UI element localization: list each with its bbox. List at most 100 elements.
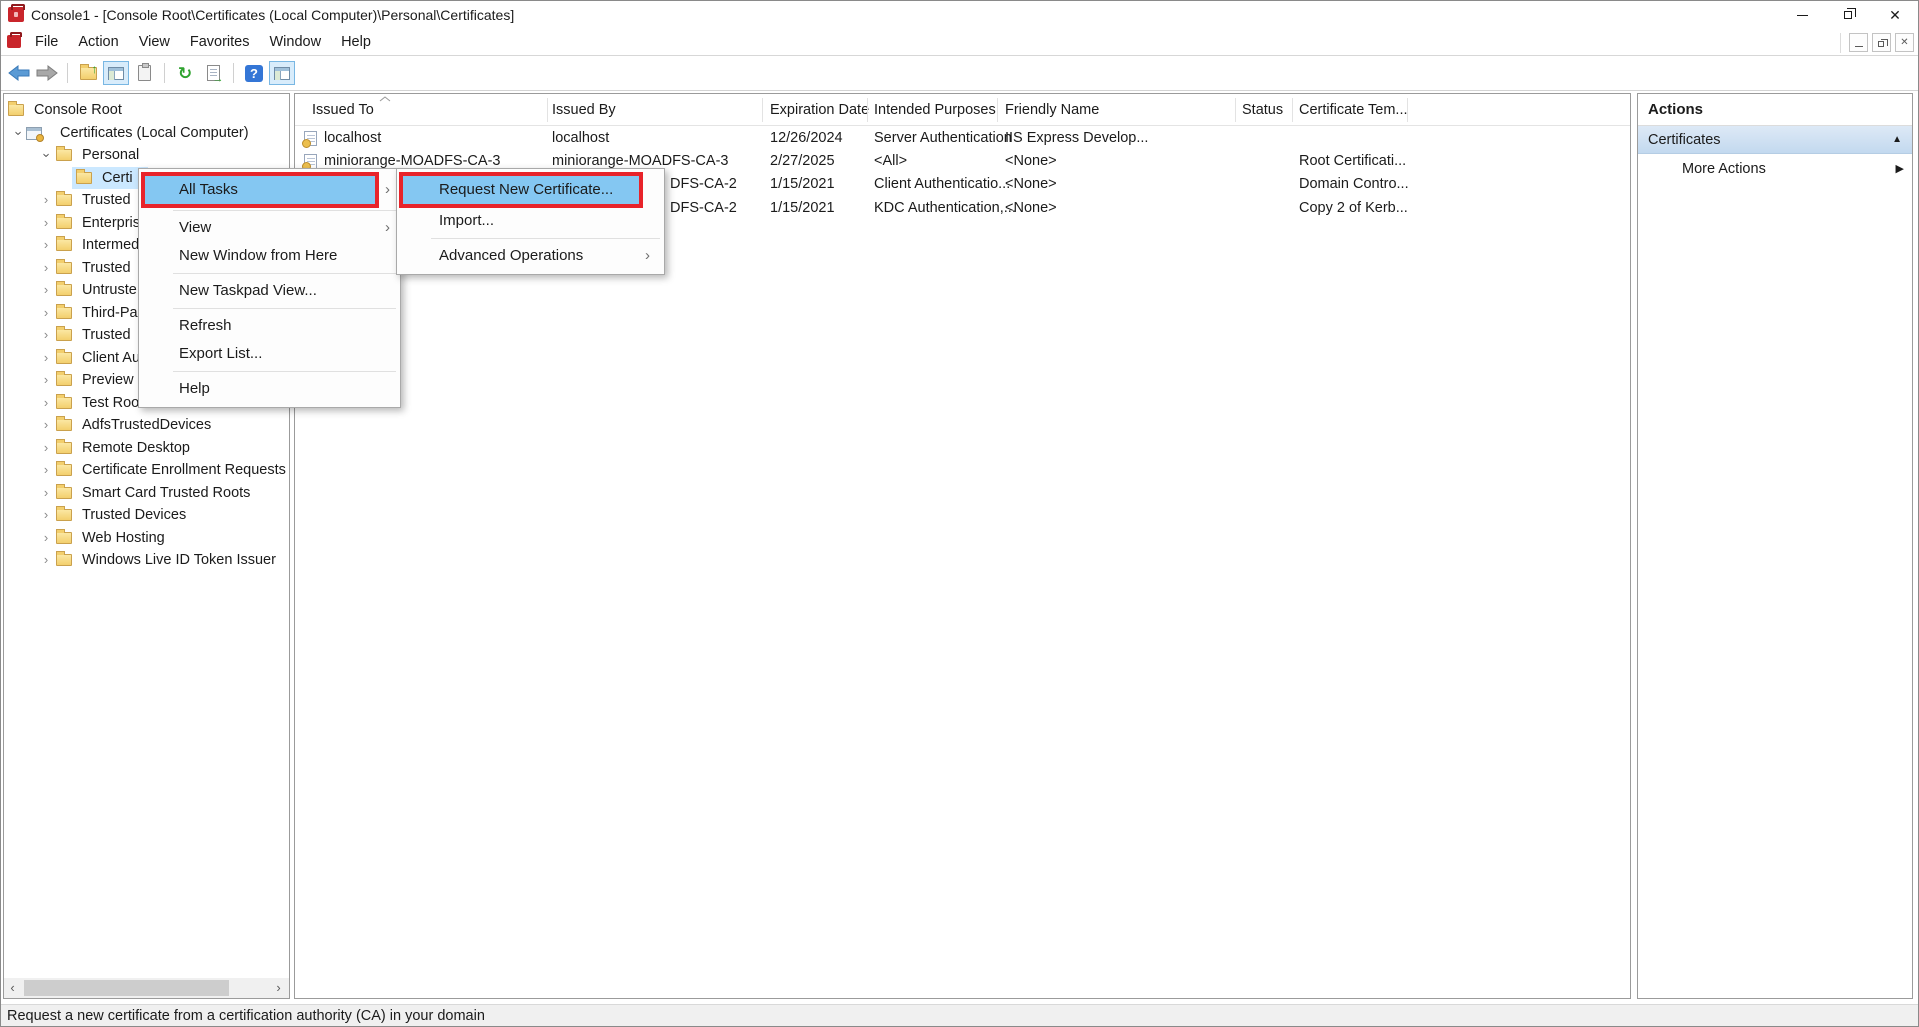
show-hide-console-tree-button[interactable] [103,61,129,85]
submenu-item-import[interactable]: Import... [397,207,664,235]
scrollbar-thumb[interactable] [24,980,229,996]
tree-item-smart-card-trusted-roots[interactable]: ›Smart Card Trusted Roots [4,482,289,505]
tree-horizontal-scrollbar[interactable]: ‹ › [4,978,289,998]
folder-icon [56,532,72,544]
forward-button[interactable] [34,61,60,85]
column-separator[interactable] [547,98,548,122]
all-tasks-submenu: Request New Certificate...Import... Advan… [396,168,665,275]
export-list-button[interactable] [200,61,226,85]
folder-icon [56,397,72,409]
column-header-issued-to[interactable]: Issued To [312,102,374,118]
tree-item-windows-live-id-token-issuer[interactable]: ›Windows Live ID Token Issuer [4,549,289,572]
context-menu-item-all-tasks[interactable]: All Tasks› [139,173,400,207]
child-close-button[interactable]: ✕ [1895,33,1914,52]
context-menu-item-refresh[interactable]: Refresh [139,312,400,340]
column-header-friendly-name[interactable]: Friendly Name [1005,102,1099,118]
close-button[interactable]: ✕ [1872,1,1918,29]
expand-chevron-icon[interactable]: › [40,392,52,415]
expand-chevron-icon[interactable]: › [40,414,52,437]
more-actions-item[interactable]: More Actions ▶ [1638,154,1912,184]
expand-chevron-icon[interactable]: › [40,212,52,235]
column-separator[interactable] [867,98,868,122]
actions-section-certificates[interactable]: Certificates ▲ [1638,126,1912,154]
column-header-certificate-tem[interactable]: Certificate Tem... [1299,102,1408,118]
menubar-item-help[interactable]: Help [331,29,381,55]
expand-chevron-icon[interactable]: › [40,459,52,482]
collapse-section-icon[interactable]: ▲ [1892,126,1902,154]
context-menu-item-help[interactable]: Help [139,375,400,403]
menubar-item-view[interactable]: View [129,29,180,55]
expand-chevron-icon[interactable]: › [40,302,52,325]
expand-chevron-icon[interactable]: › [40,279,52,302]
column-separator[interactable] [1292,98,1293,122]
expand-chevron-icon[interactable]: › [40,257,52,280]
child-restore-button[interactable] [1872,33,1891,52]
expand-chevron-icon[interactable]: › [40,482,52,505]
up-one-level-button[interactable] [75,61,101,85]
column-separator[interactable] [997,98,998,122]
menubar-item-window[interactable]: Window [260,29,332,55]
tree-item-personal[interactable]: ›Personal [4,144,289,167]
show-hide-action-pane-button[interactable] [269,61,295,85]
column-header-intended-purposes[interactable]: Intended Purposes [874,102,996,118]
close-icon: ✕ [1896,34,1913,51]
toolbar-separator [164,63,165,83]
menubar-item-favorites[interactable]: Favorites [180,29,260,55]
tree-item-trusted-devices[interactable]: ›Trusted Devices [4,504,289,527]
folder-icon [56,487,72,499]
tree-item-adfstrusteddevices[interactable]: › AdfsTrustedDevices [4,414,289,437]
collapse-chevron-icon[interactable]: › [35,149,58,161]
table-row[interactable]: localhostlocalhost12/26/2024Server Authe… [295,127,1630,150]
context-menu-item-new-window-from-here[interactable]: New Window from Here [139,242,400,270]
column-header-expiration-date[interactable]: Expiration Date [770,102,869,118]
menu-item-label: All Tasks [139,173,238,207]
context-menu-item-new-taskpad-view[interactable]: New Taskpad View... [139,277,400,305]
expand-chevron-icon[interactable]: › [40,189,52,212]
help-button[interactable]: ? [241,61,267,85]
expand-chevron-icon[interactable]: › [40,527,52,550]
column-header-issued-by[interactable]: Issued By [552,102,616,118]
column-separator[interactable] [1235,98,1236,122]
scroll-left-arrow-icon[interactable]: ‹ [4,978,21,998]
column-separator[interactable] [762,98,763,122]
child-minimize-button[interactable] [1849,33,1868,52]
submenu-item-request-new-certificate[interactable]: Request New Certificate... [397,173,664,207]
expand-chevron-icon[interactable]: › [40,347,52,370]
menubar-item-action[interactable]: Action [68,29,128,55]
submenu-arrow-icon: › [385,214,390,242]
tree-item-certificates-local-computer[interactable]: ›Certificates (Local Computer) [4,122,289,145]
properties-button[interactable] [131,61,157,85]
menubar-item-file[interactable]: File [25,29,68,55]
expand-chevron-icon[interactable]: › [40,504,52,527]
cell-friendly-name: <None> [1005,197,1057,220]
tree-item-console-root[interactable]: Console Root [4,99,289,122]
tree-item-remote-desktop[interactable]: ›Remote Desktop [4,437,289,460]
cell-expiration-date: 1/15/2021 [770,173,835,196]
actions-pane-title: Actions [1638,94,1912,126]
expand-chevron-icon[interactable]: › [40,549,52,572]
back-button[interactable] [6,61,32,85]
folder-icon [56,307,72,319]
minimize-button[interactable] [1780,1,1826,29]
tree-item-web-hosting[interactable]: ›Web Hosting [4,527,289,550]
column-header-status[interactable]: Status [1242,102,1283,118]
column-separator[interactable] [1407,98,1408,122]
actions-section-label: Certificates [1648,132,1721,148]
context-menu-item-view[interactable]: View› [139,214,400,242]
context-menu-item-export-list[interactable]: Export List... [139,340,400,368]
expand-chevron-icon[interactable]: › [40,324,52,347]
expand-chevron-icon[interactable]: › [40,369,52,392]
tree-item-label: AdfsTrustedDevices [82,414,211,437]
tree-item-certificate-enrollment-requests[interactable]: ›Certificate Enrollment Requests [4,459,289,482]
restore-button[interactable] [1826,1,1872,29]
console-tree-toggle-icon [108,67,124,80]
menu-item-label: New Taskpad View... [139,277,317,305]
expand-chevron-icon[interactable]: › [40,234,52,257]
expand-chevron-icon[interactable]: › [40,437,52,460]
submenu-item-advanced-operations[interactable]: Advanced Operations› [397,242,664,270]
folder-icon [76,172,92,184]
refresh-button[interactable]: ↻ [172,61,198,85]
minimize-icon [1797,15,1808,16]
tree-item-label: Trusted [82,324,131,347]
scroll-right-arrow-icon[interactable]: › [270,978,287,998]
